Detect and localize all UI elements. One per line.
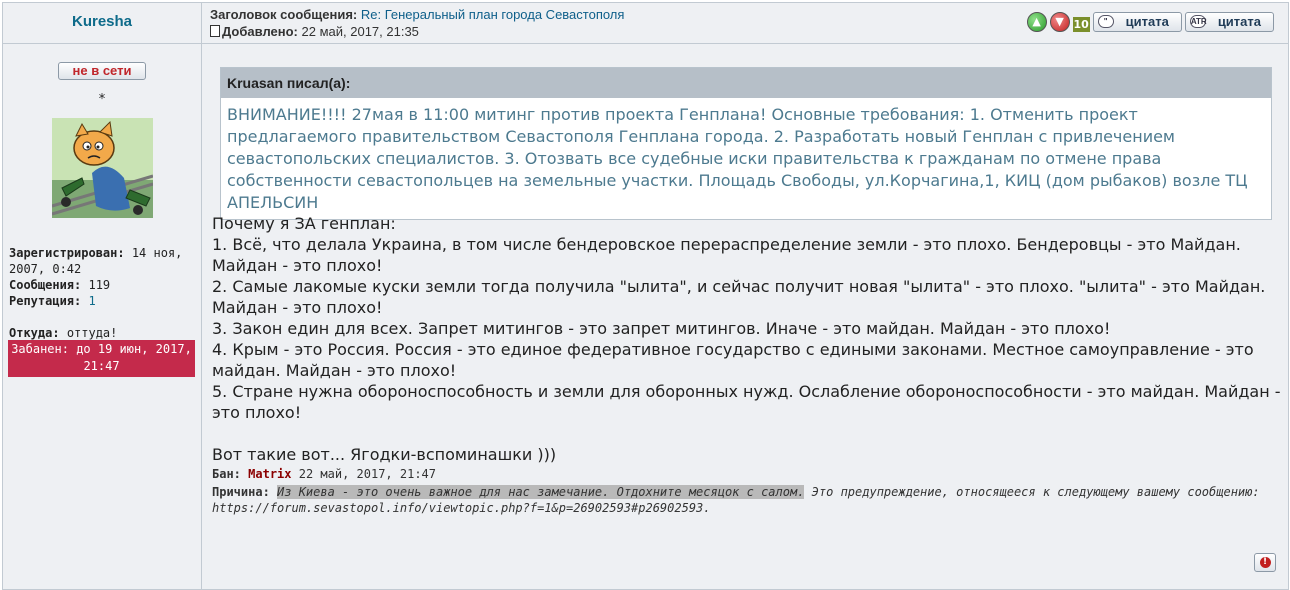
post-text: Почему я ЗА генплан: 1. Всё, что делала …: [212, 213, 1282, 465]
date-line: Добавлено: 22 май, 2017, 21:35: [210, 24, 419, 39]
date-value: 22 май, 2017, 21:35: [301, 24, 419, 39]
post-line: 5. Стране нужна обороноспособность и зем…: [212, 382, 1281, 422]
post-line: 4. Крым - это Россия. Россия - это едино…: [212, 340, 1254, 380]
post-line: 1. Всё, что делала Украина, в том числе …: [212, 235, 1241, 275]
report-button[interactable]: !: [1254, 553, 1276, 572]
quote-selected-button[interactable]: ATR цитата: [1184, 11, 1274, 32]
post-document-icon[interactable]: [210, 25, 220, 37]
reason-label: Причина:: [212, 485, 270, 499]
from-label: Откуда:: [9, 326, 60, 340]
post-line: [212, 423, 1282, 444]
quote-icon: ": [1097, 15, 1114, 28]
post-line: 2. Самые лакомые куски земли тогда получ…: [212, 277, 1266, 317]
registered-label: Зарегистрирован:: [9, 246, 125, 260]
reputation-label: Репутация:: [9, 294, 82, 308]
reputation-count: 10: [1072, 17, 1090, 32]
author-sidebar: не в сети * Зарегистрирован: 14 ноя, 200…: [3, 44, 202, 589]
posts-row: Сообщения: 119: [9, 277, 199, 293]
post-body: Kruasan писал(а): ВНИМАНИЕ!!!! 27мая в 1…: [202, 44, 1288, 589]
registered-row: Зарегистрирован: 14 ноя, 2007, 0:42: [9, 245, 199, 277]
quote-button[interactable]: " цитата: [1092, 11, 1182, 32]
banned-badge: Забанен: до 19 июн, 2017, 21:47: [8, 340, 195, 377]
rate-down-icon[interactable]: ▼: [1049, 11, 1070, 32]
ban-reason: Причина: Из Киева - это очень важное для…: [212, 484, 1272, 516]
subject-link[interactable]: Re: Генеральный план города Севастополя: [361, 7, 625, 22]
post-actions: ▲ ▼ 10 " цитата ATR цитата: [1026, 11, 1274, 32]
from-value: оттуда!: [66, 326, 118, 340]
reputation-value[interactable]: 1: [88, 294, 95, 308]
from-row: Откуда: оттуда!: [9, 325, 199, 341]
post-line: 3. Закон един для всех. Запрет митингов …: [212, 319, 1111, 338]
subject-label: Заголовок сообщения:: [210, 7, 358, 22]
posts-label: Сообщения:: [9, 278, 82, 292]
subject-line: Заголовок сообщения: Re: Генеральный пла…: [210, 7, 624, 22]
post-line: Почему я ЗА генплан:: [212, 214, 396, 233]
reason-highlight: Из Киева - это очень важное для нас заме…: [277, 485, 805, 499]
reputation-row: Репутация: 1: [9, 293, 199, 309]
author-profile: Зарегистрирован: 14 ноя, 2007, 0:42 Сооб…: [9, 245, 199, 341]
report-icon: !: [1259, 557, 1271, 568]
ban-line: Бан: Matrix 22 май, 2017, 21:47: [212, 467, 436, 481]
online-status-button[interactable]: не в сети: [58, 62, 146, 80]
author-rank: *: [98, 92, 106, 107]
quote-block: Kruasan писал(а): ВНИМАНИЕ!!!! 27мая в 1…: [220, 67, 1272, 220]
posts-value: 119: [88, 278, 111, 292]
moderator-link[interactable]: Matrix: [248, 467, 291, 481]
quote-button-label: цитата: [1125, 14, 1169, 29]
author-name[interactable]: Kuresha: [3, 3, 202, 43]
date-label: Добавлено:: [222, 24, 298, 39]
post-container: Kuresha Заголовок сообщения: Re: Генерал…: [2, 2, 1289, 590]
quote-selected-icon: ATR: [1189, 15, 1207, 28]
quote-selected-button-label: цитата: [1217, 14, 1261, 29]
post-line: Вот такие вот... Ягодки-вспоминашки ))): [212, 445, 557, 464]
avatar: [52, 118, 153, 218]
quote-text: ВНИМАНИЕ!!!! 27мая в 11:00 митинг против…: [227, 105, 1248, 212]
ban-label: Бан:: [212, 467, 241, 481]
post-header: Kuresha Заголовок сообщения: Re: Генерал…: [3, 3, 1288, 44]
rate-up-icon[interactable]: ▲: [1026, 11, 1047, 32]
ban-date: 22 май, 2017, 21:47: [298, 467, 437, 481]
quote-header: Kruasan писал(а):: [221, 68, 1271, 98]
